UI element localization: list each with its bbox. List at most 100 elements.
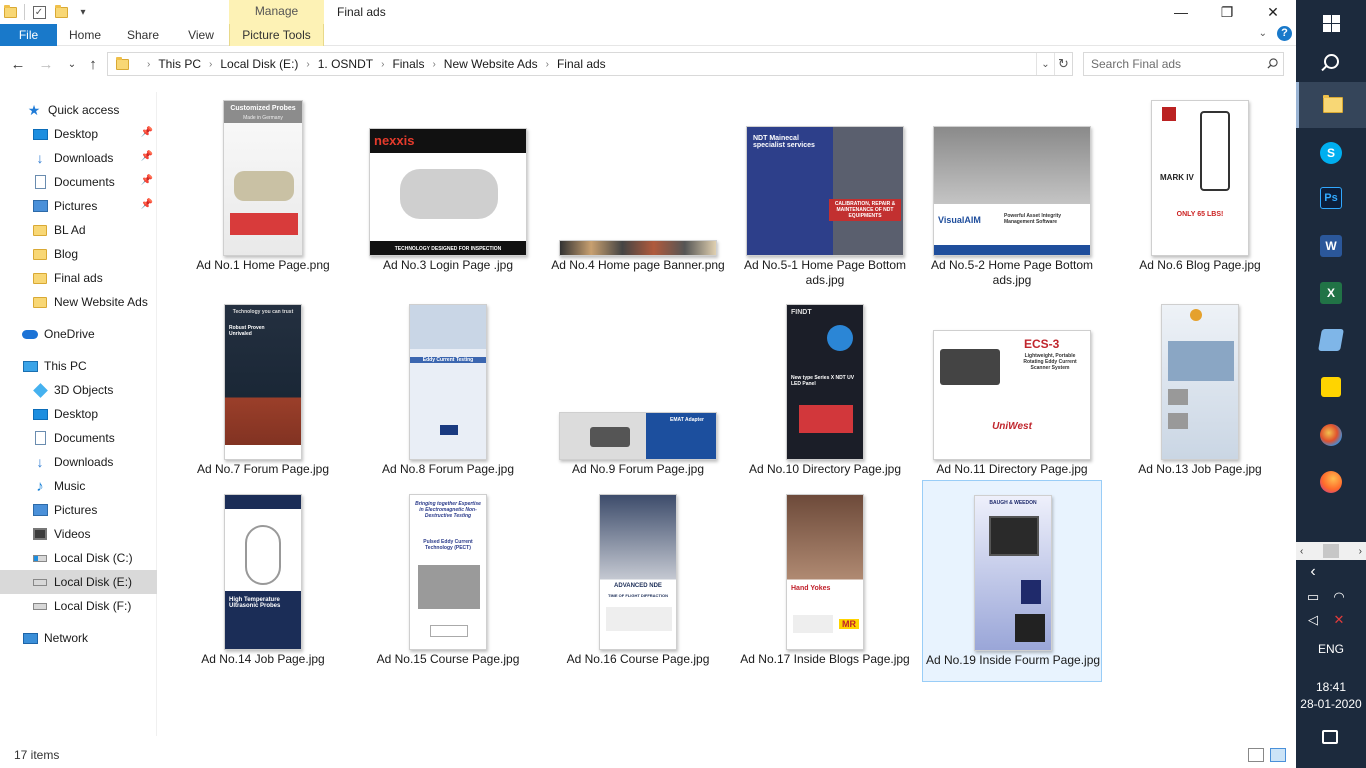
file-tile[interactable]: Customized Probes Made in Germany Ad No.… xyxy=(173,86,353,288)
pin-icon[interactable]: 📌 xyxy=(141,199,153,210)
firefox-icon[interactable] xyxy=(1296,459,1366,505)
clock-date[interactable]: 28-01-2020 xyxy=(1296,697,1366,711)
file-tile[interactable]: EMAT Adapter Ad No.9 Forum Page.jpg xyxy=(548,290,728,492)
folder-icon[interactable] xyxy=(0,2,20,22)
nav-item-local-disk-f[interactable]: Local Disk (F:) xyxy=(0,594,157,618)
security-alert-icon[interactable]: ✕ xyxy=(1330,613,1348,627)
properties-icon[interactable]: ✓ xyxy=(29,2,49,22)
nav-item-new-website-ads[interactable]: New Website Ads xyxy=(0,290,157,314)
file-tile[interactable]: MARK IV ONLY 65 LBS! Ad No.6 Blog Page.j… xyxy=(1110,86,1290,288)
nav-item-local-disk-c[interactable]: Local Disk (C:) xyxy=(0,546,157,570)
details-view-icon[interactable] xyxy=(1248,748,1264,762)
minimize-button[interactable]: — xyxy=(1158,0,1204,24)
nav-this-pc[interactable]: This PC xyxy=(0,354,157,378)
tab-share[interactable]: Share xyxy=(113,24,173,46)
nav-item-pictures-pc[interactable]: Pictures xyxy=(0,498,157,522)
file-tile[interactable]: nexxis TECHNOLOGY DESIGNED FOR INSPECTIO… xyxy=(358,86,538,288)
scroll-left-icon[interactable]: ‹ xyxy=(1300,546,1303,557)
nav-item-pictures[interactable]: Pictures 📌 xyxy=(0,194,157,218)
battery-icon[interactable]: ▭ xyxy=(1304,590,1322,604)
forward-button[interactable]: → xyxy=(36,53,56,75)
paint-icon[interactable] xyxy=(1296,412,1366,458)
large-icons-view-icon[interactable] xyxy=(1270,748,1286,762)
nav-quick-access[interactable]: ★ Quick access xyxy=(0,98,157,122)
notepad-icon[interactable] xyxy=(1296,317,1366,363)
file-tile[interactable]: Hand Yokes MR Ad No.17 Inside Blogs Page… xyxy=(735,480,915,682)
tab-view[interactable]: View xyxy=(173,24,229,46)
file-tile[interactable]: Bringing together Expertise in Electroma… xyxy=(358,480,538,682)
back-button[interactable]: ← xyxy=(8,53,28,75)
new-folder-icon[interactable] xyxy=(51,2,71,22)
skype-icon[interactable]: S xyxy=(1296,130,1366,176)
tab-file[interactable]: File xyxy=(0,24,57,46)
file-tile[interactable]: Technology you can trust Robust Proven U… xyxy=(173,290,353,492)
nav-item-desktop[interactable]: Desktop 📌 xyxy=(0,122,157,146)
maximize-button[interactable]: ❐ xyxy=(1204,0,1250,24)
search-icon[interactable] xyxy=(1267,58,1278,69)
file-tile[interactable]: Ad No.13 Job Page.jpg xyxy=(1110,290,1290,492)
breadcrumb-osndt[interactable]: 1. OSNDT xyxy=(318,57,373,71)
nav-item-documents[interactable]: Documents 📌 xyxy=(0,170,157,194)
breadcrumb-separator[interactable]: › xyxy=(147,59,150,70)
breadcrumb-separator[interactable]: › xyxy=(546,59,549,70)
nav-item-downloads[interactable]: ↓ Downloads 📌 xyxy=(0,146,157,170)
recent-locations-button[interactable]: ⌄ xyxy=(62,53,82,75)
manage-tab[interactable]: Manage xyxy=(229,0,324,24)
pin-icon[interactable]: 📌 xyxy=(141,151,153,162)
file-tile[interactable]: VisualAIM Powerful Asset Integrity Manag… xyxy=(922,86,1102,288)
expand-ribbon-icon[interactable]: ⌄ xyxy=(1259,28,1267,39)
file-tile[interactable]: BAUGH & WEEDON Ad No.19 Inside Fourm Pag… xyxy=(922,480,1102,682)
breadcrumb-new-website-ads[interactable]: New Website Ads xyxy=(444,57,538,71)
scroll-thumb[interactable] xyxy=(1323,544,1339,558)
close-button[interactable]: ✕ xyxy=(1250,0,1296,24)
breadcrumb-separator[interactable]: › xyxy=(209,59,212,70)
nav-item-3d-objects[interactable]: 3D Objects xyxy=(0,378,157,402)
search-input[interactable]: Search Final ads xyxy=(1083,52,1284,76)
pin-icon[interactable]: 📌 xyxy=(141,175,153,186)
breadcrumb-final-ads[interactable]: Final ads xyxy=(557,57,606,71)
nav-item-local-disk-e[interactable]: Local Disk (E:) xyxy=(0,570,157,594)
file-tile[interactable]: NDT Mainecal specialist services CALIBRA… xyxy=(735,86,915,288)
breadcrumb-this-pc[interactable]: This PC xyxy=(158,57,201,71)
file-tile[interactable]: ADVANCED NDE TIME OF FLIGHT DIFFRACTION … xyxy=(548,480,728,682)
up-button[interactable]: ↑ xyxy=(83,53,103,75)
photoshop-icon[interactable]: Ps xyxy=(1296,175,1366,221)
clock-time[interactable]: 18:41 xyxy=(1296,680,1366,694)
breadcrumb-separator[interactable]: › xyxy=(381,59,384,70)
file-tile[interactable]: ECS-3 Lightweight, Portable Rotating Edd… xyxy=(922,290,1102,492)
breadcrumb-finals[interactable]: Finals xyxy=(392,57,424,71)
wifi-icon[interactable]: ◠ xyxy=(1330,590,1348,604)
nav-item-desktop-pc[interactable]: Desktop xyxy=(0,402,157,426)
address-bar[interactable]: › This PC › Local Disk (E:) › 1. OSNDT ›… xyxy=(107,52,1073,76)
breadcrumb-local-disk-e[interactable]: Local Disk (E:) xyxy=(220,57,298,71)
pin-icon[interactable]: 📌 xyxy=(141,127,153,138)
language-indicator[interactable]: ENG xyxy=(1296,642,1366,656)
search-icon[interactable] xyxy=(1296,38,1366,84)
tab-home[interactable]: Home xyxy=(57,24,113,46)
nav-item-downloads-pc[interactable]: ↓ Downloads xyxy=(0,450,157,474)
scroll-right-icon[interactable]: › xyxy=(1359,546,1362,557)
nav-network[interactable]: Network xyxy=(0,626,157,650)
nav-item-final-ads[interactable]: Final ads xyxy=(0,266,157,290)
file-tile[interactable]: High Temperature Ultrasonic Probes Ad No… xyxy=(173,480,353,682)
help-icon[interactable]: ? xyxy=(1277,26,1292,41)
nav-item-videos[interactable]: Videos xyxy=(0,522,157,546)
file-tile[interactable]: Eddy Current Testing Ad No.8 Forum Page.… xyxy=(358,290,538,492)
address-dropdown-button[interactable]: ⌄ xyxy=(1036,53,1054,75)
show-hidden-icons-icon[interactable]: ‹ xyxy=(1304,564,1322,580)
breadcrumb-separator[interactable]: › xyxy=(432,59,435,70)
volume-icon[interactable]: ◁ xyxy=(1304,613,1322,627)
action-center-icon[interactable] xyxy=(1322,730,1338,744)
customize-qat-icon[interactable]: ▾ xyxy=(73,2,93,22)
excel-icon[interactable]: X xyxy=(1296,270,1366,316)
refresh-button[interactable]: ↻ xyxy=(1054,53,1072,75)
file-tile[interactable]: FINDT New type Series X NDT UV LED Panel… xyxy=(735,290,915,492)
file-tile[interactable]: Ad No.4 Home page Banner.png xyxy=(548,86,728,288)
file-explorer-icon[interactable] xyxy=(1296,82,1366,128)
word-icon[interactable]: W xyxy=(1296,223,1366,269)
nav-item-documents-pc[interactable]: Documents xyxy=(0,426,157,450)
nav-item-bl-ad[interactable]: BL Ad xyxy=(0,218,157,242)
nav-item-music[interactable]: ♪ Music xyxy=(0,474,157,498)
nav-onedrive[interactable]: OneDrive xyxy=(0,322,157,346)
sticky-notes-icon[interactable] xyxy=(1296,364,1366,410)
